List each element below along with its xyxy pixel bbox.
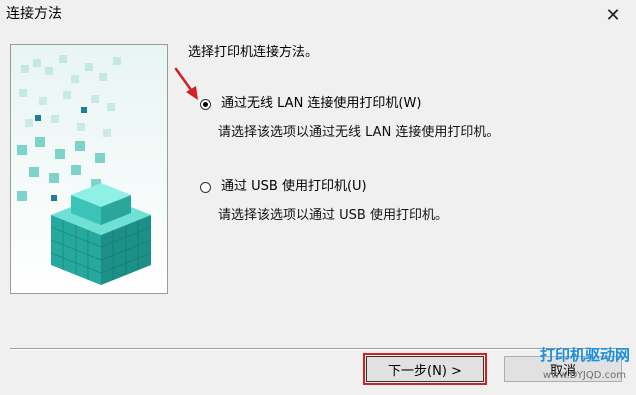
watermark-url: www.DYJQD.com (542, 370, 626, 381)
window-title: 连接方法 (6, 6, 62, 22)
next-button[interactable]: 下一步(N) > (363, 353, 487, 385)
radio-usb[interactable] (200, 181, 211, 193)
red-arrow-icon (174, 67, 198, 100)
option-wireless-lan-description: 请选择该选项以通过无线 LAN 连接使用打印机。 (218, 125, 500, 140)
cubes-image (11, 45, 167, 293)
printer-cubes-illustration (10, 44, 168, 294)
footer-separator (10, 348, 628, 350)
radio-wireless-lan[interactable] (200, 98, 211, 110)
option-wireless-lan[interactable]: 通过无线 LAN 连接使用打印机(W) (200, 95, 421, 113)
close-icon: ✕ (605, 4, 621, 26)
connection-prompt: 选择打印机连接方法。 (188, 45, 319, 60)
close-button[interactable]: ✕ (590, 0, 636, 30)
option-usb[interactable]: 通过 USB 使用打印机(U) (200, 178, 367, 196)
option-wireless-lan-label[interactable]: 通过无线 LAN 连接使用打印机(W) (221, 95, 421, 113)
watermark-text: 打印机驱动网 (539, 346, 630, 364)
title-bar: 连接方法 ✕ (0, 0, 636, 30)
option-usb-label[interactable]: 通过 USB 使用打印机(U) (221, 178, 367, 196)
option-usb-description: 请选择该选项以通过 USB 使用打印机。 (218, 208, 448, 223)
